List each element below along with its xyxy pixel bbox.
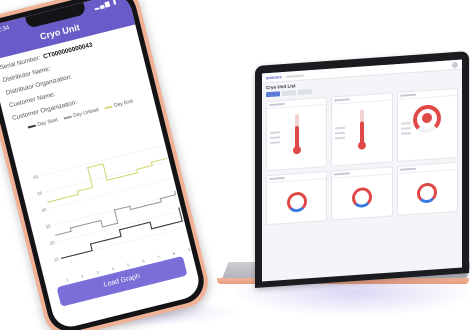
x-tick-label: 1 — [65, 277, 69, 283]
thermometer-bulb — [292, 145, 301, 155]
info-value — [53, 65, 55, 72]
legend-label: Day Unload — [72, 106, 100, 120]
info-value — [57, 90, 59, 97]
unit-card-header — [332, 93, 392, 105]
laptop-card-grid — [266, 87, 458, 226]
unit-card[interactable] — [396, 161, 458, 217]
laptop: quantus Cryo Unit List — [217, 50, 470, 290]
x-tick-label: 2 — [81, 273, 85, 279]
thermometer-icon — [359, 109, 364, 144]
unit-card[interactable] — [396, 87, 458, 163]
y-tick-label: 10 — [53, 256, 60, 262]
legend-label: Day End — [113, 98, 134, 109]
unit-card-header — [332, 167, 392, 179]
unit-card-details — [400, 122, 411, 138]
gauge-icon — [286, 191, 307, 213]
laptop-lid: quantus Cryo Unit List — [255, 51, 469, 289]
legend-swatch — [63, 115, 72, 120]
thermometer-bulb — [357, 141, 366, 150]
user-avatar-icon[interactable] — [452, 61, 458, 68]
gauge-icon — [351, 186, 372, 209]
laptop-tab-active[interactable] — [266, 91, 280, 98]
x-tick-label: 5 — [127, 262, 131, 268]
x-tick-label: 7 — [157, 254, 161, 260]
phone: 12:34 ▂▄▆ ▮ ‹ Cryo Unit Serial Number:CT… — [0, 0, 214, 330]
unit-card-header — [397, 88, 457, 101]
x-tick-label: 6 — [142, 258, 146, 264]
laptop-tab[interactable] — [298, 89, 312, 95]
legend-item[interactable]: Day Start — [27, 117, 59, 130]
series-line-day-end — [47, 157, 167, 203]
unit-card[interactable] — [331, 92, 393, 167]
unit-card-header — [267, 98, 327, 110]
unit-card[interactable] — [331, 166, 393, 221]
y-tick-label: 50 — [37, 190, 44, 196]
x-tick-label: 9 — [188, 247, 192, 253]
gauge-icon — [417, 182, 438, 204]
info-value — [74, 73, 76, 80]
unit-card-details — [270, 131, 280, 147]
grid-line — [40, 144, 164, 177]
laptop-screen: quantus Cryo Unit List — [262, 59, 462, 282]
x-tick-label: 8 — [172, 251, 176, 257]
scene: quantus Cryo Unit List 12:34 ▂▄▆ ▮ Cryo … — [0, 0, 470, 330]
unit-card-header — [267, 172, 327, 184]
y-tick-label: 30 — [45, 223, 52, 229]
legend-item[interactable]: Day Unload — [63, 106, 100, 122]
laptop-nav-item[interactable] — [285, 74, 304, 78]
legend-label: Day Start — [36, 117, 59, 129]
unit-card-details — [335, 126, 346, 143]
unit-card[interactable] — [266, 96, 328, 172]
legend-item[interactable]: Day End — [104, 98, 134, 111]
thermometer-icon — [294, 113, 299, 149]
laptop-logo[interactable]: quantus — [266, 74, 282, 80]
y-tick-label: 20 — [49, 240, 56, 246]
status-icons: ▂▄▆ ▮ — [93, 0, 119, 11]
y-tick-label: 60 — [33, 174, 40, 180]
legend-swatch — [27, 124, 36, 129]
unit-card-header — [397, 162, 457, 175]
x-tick-label: 3 — [96, 270, 100, 276]
y-tick-label: 40 — [41, 207, 48, 213]
x-tick-label: 4 — [111, 266, 115, 272]
phone-screen: 12:34 ▂▄▆ ▮ ‹ Cryo Unit Serial Number:CT… — [0, 0, 203, 330]
unit-card[interactable] — [266, 170, 328, 226]
info-value — [79, 98, 81, 105]
series-line-day-start — [61, 207, 183, 259]
status-time: 12:34 — [0, 25, 11, 35]
laptop-tab[interactable] — [282, 90, 296, 97]
legend-swatch — [104, 105, 113, 110]
